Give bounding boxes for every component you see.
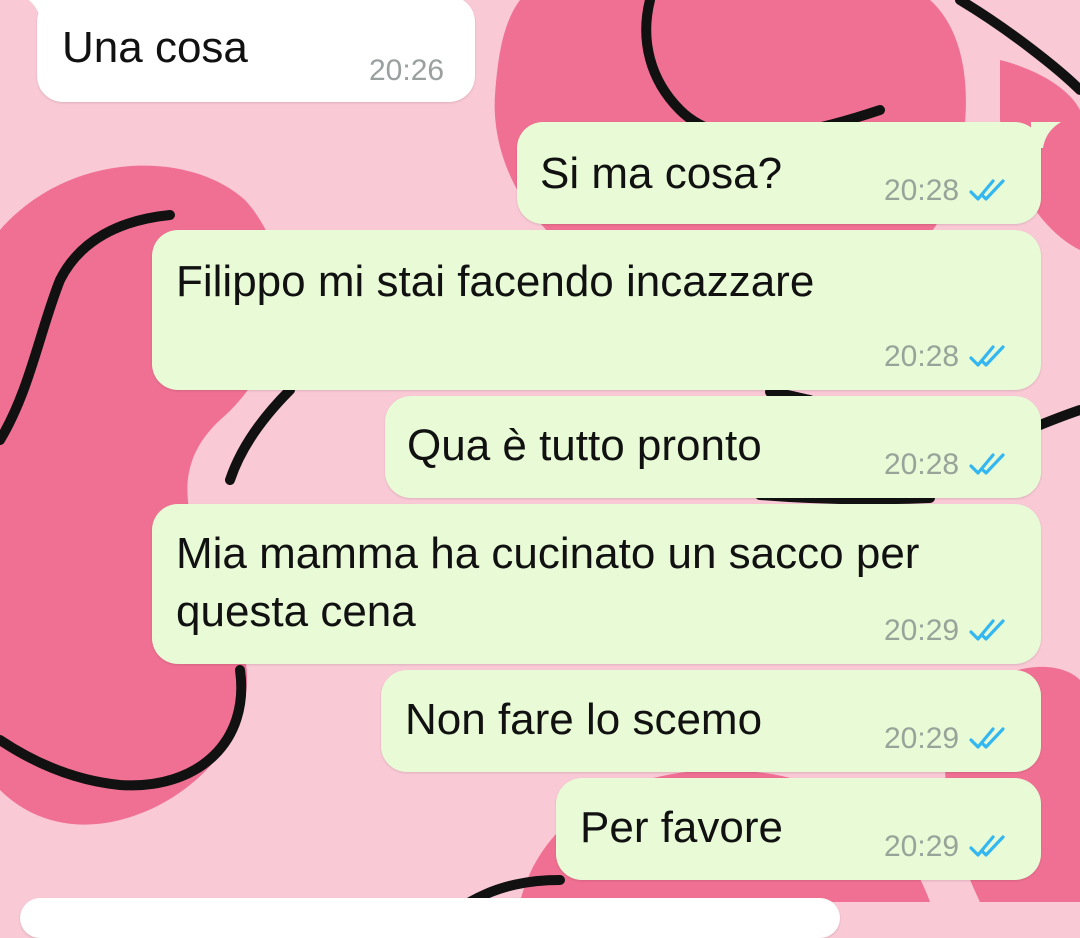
message-bubble-outgoing[interactable]: Per favore 20:29 (556, 778, 1041, 880)
message-meta: 20:29 (884, 614, 1011, 648)
message-text: Qua è tutto pronto (407, 421, 762, 470)
message-time: 20:29 (884, 830, 960, 863)
message-bubble-incoming[interactable]: Una cosa 20:26 (28, 0, 475, 102)
double-check-read-icon (969, 619, 1005, 641)
double-check-read-icon (969, 345, 1005, 367)
message-bubble-incoming-partial[interactable] (20, 898, 840, 938)
message-text: Una cosa (62, 23, 248, 72)
message-text: Si ma cosa? (540, 149, 783, 198)
message-time: 20:28 (884, 340, 960, 373)
message-meta: 20:29 (884, 722, 1011, 756)
message-text-line: Mia mamma ha cucinato un sacco per (176, 529, 920, 578)
message-meta: 20:26 (369, 54, 444, 88)
message-meta: 20:28 (884, 174, 1011, 208)
double-check-read-icon (969, 453, 1005, 475)
double-check-read-icon (969, 727, 1005, 749)
bubble-tail (1031, 122, 1061, 148)
message-bubble-outgoing[interactable]: Si ma cosa? 20:28 (517, 122, 1061, 224)
message-text: Non fare lo scemo (405, 695, 763, 744)
message-time: 20:29 (884, 614, 960, 647)
message-time: 20:26 (369, 54, 445, 87)
message-text: Per favore (580, 803, 783, 852)
message-bubble-outgoing[interactable]: Qua è tutto pronto 20:28 (385, 396, 1041, 498)
message-meta: 20:28 (884, 448, 1011, 482)
message-meta: 20:28 (884, 340, 1011, 374)
double-check-read-icon (969, 179, 1005, 201)
message-bubble-outgoing[interactable]: Non fare lo scemo 20:29 (381, 670, 1041, 772)
message-bubble-outgoing[interactable]: Mia mamma ha cucinato un sacco per quest… (152, 504, 1041, 664)
message-meta: 20:29 (884, 830, 1011, 864)
message-bubble-outgoing[interactable]: Filippo mi stai facendo incazzare 20:28 (152, 230, 1041, 390)
message-text-line: questa cena (176, 587, 416, 636)
message-time: 20:29 (884, 722, 960, 755)
message-text: Filippo mi stai facendo incazzare (176, 257, 815, 306)
double-check-read-icon (969, 835, 1005, 857)
message-time: 20:28 (884, 174, 960, 207)
message-time: 20:28 (884, 448, 960, 481)
bubble-tail (28, 0, 53, 22)
